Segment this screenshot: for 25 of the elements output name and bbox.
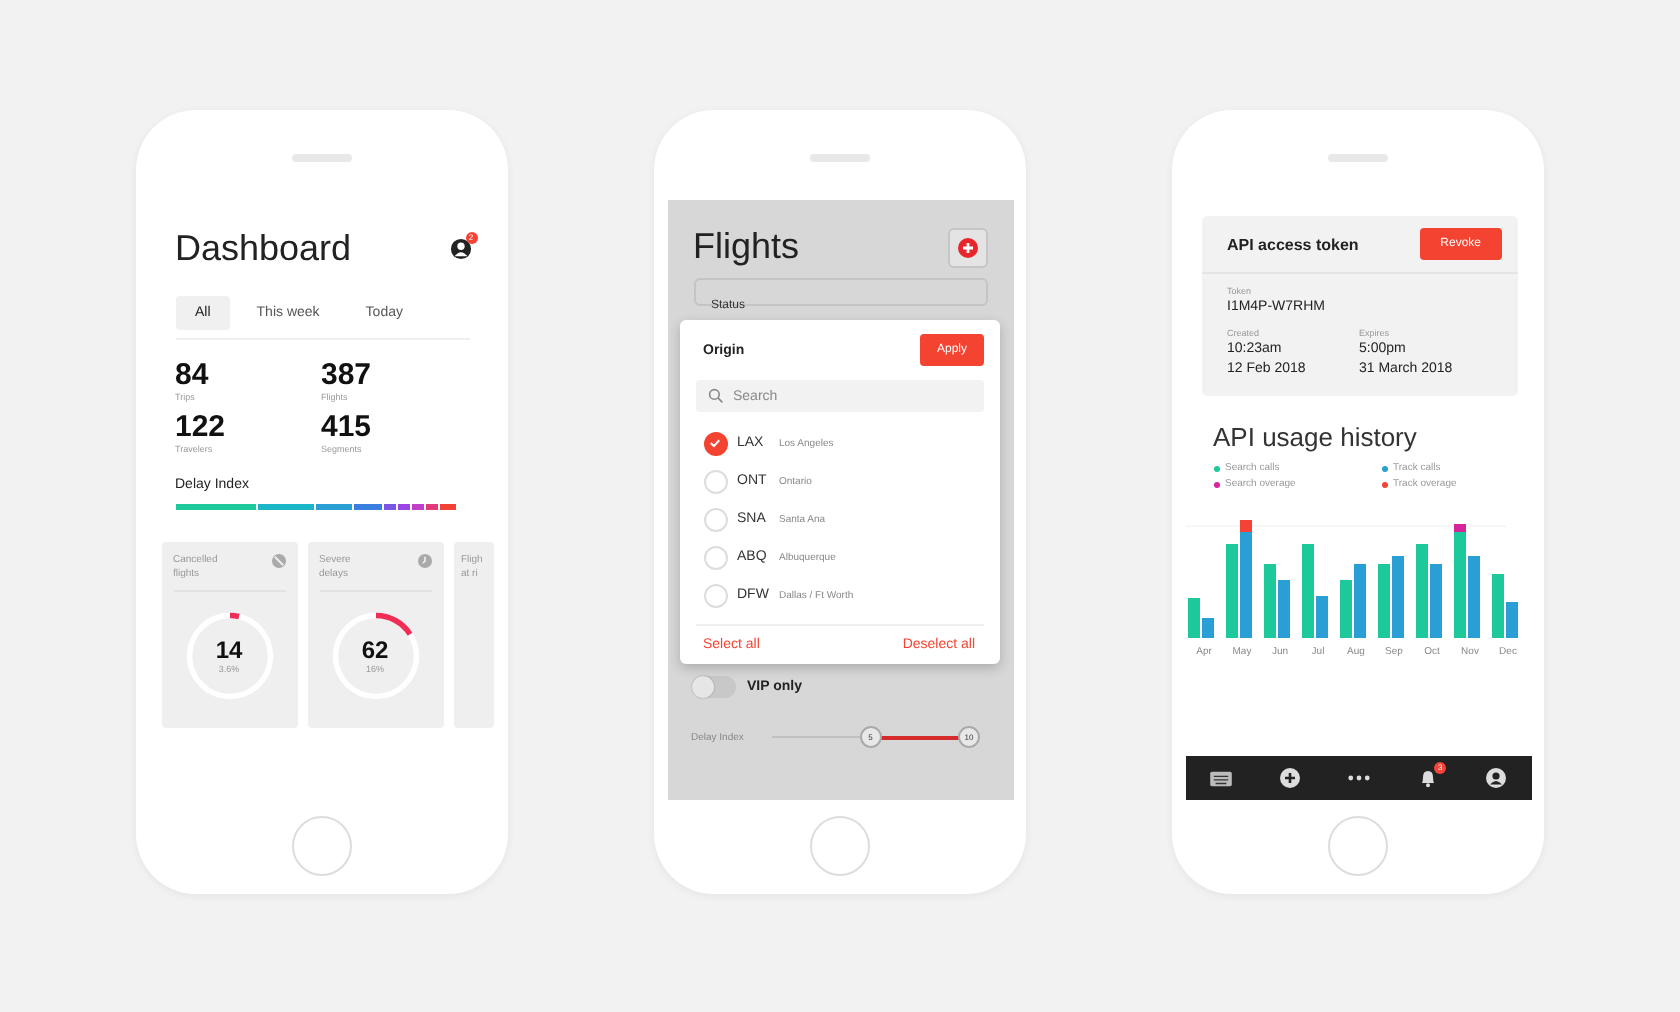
- user-icon[interactable]: [1486, 768, 1507, 788]
- section-title: API usage history: [1213, 422, 1419, 452]
- ring-gauge: [329, 610, 421, 702]
- ring-gauge: [183, 610, 275, 702]
- blocked-icon: [271, 554, 285, 568]
- card-value: 62: [361, 638, 389, 664]
- card-value: 14: [215, 638, 243, 664]
- check-icon: [708, 436, 722, 450]
- plus-icon: [957, 237, 977, 257]
- user-icon[interactable]: [449, 238, 471, 260]
- stat-value: 387: [321, 358, 374, 392]
- page-title: Flights: [693, 226, 800, 268]
- add-button[interactable]: [947, 227, 987, 267]
- stat-value: 122: [175, 410, 228, 444]
- checkbox[interactable]: [703, 431, 727, 455]
- keyboard-icon[interactable]: [1209, 769, 1232, 787]
- more-icon[interactable]: [1347, 774, 1370, 782]
- card-title: API access token: [1227, 235, 1359, 253]
- stat-value: 84: [175, 358, 211, 392]
- stat-value: 415: [321, 410, 374, 444]
- bell-icon[interactable]: [1418, 768, 1439, 788]
- vip-toggle[interactable]: [691, 676, 735, 698]
- add-icon[interactable]: [1279, 768, 1300, 788]
- clock-icon: [417, 554, 431, 568]
- page-title: Dashboard: [175, 228, 352, 270]
